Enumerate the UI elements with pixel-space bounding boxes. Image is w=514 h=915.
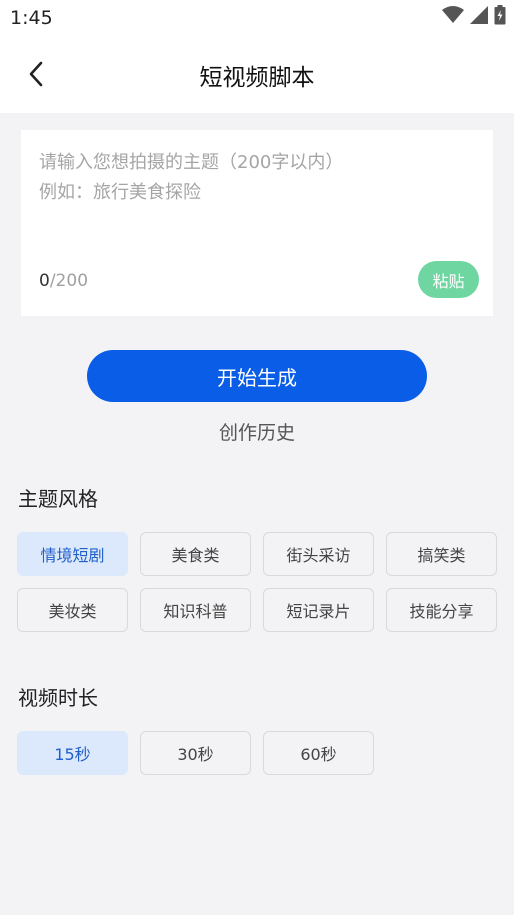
char-counter: 0/200 [39, 271, 88, 291]
battery-icon [494, 5, 506, 29]
signal-icon [470, 6, 488, 28]
duration-chip[interactable]: 60秒 [263, 731, 374, 775]
duration-section-title: 视频时长 [18, 686, 98, 710]
theme-chip[interactable]: 街头采访 [263, 532, 374, 576]
theme-chip[interactable]: 美妆类 [17, 588, 128, 632]
theme-chip[interactable]: 知识科普 [140, 588, 251, 632]
theme-chip[interactable]: 搞笑类 [386, 532, 497, 576]
status-bar: 1:45 [0, 0, 514, 36]
nav-bar: 短视频脚本 [0, 36, 514, 113]
page-title: 短视频脚本 [199, 65, 315, 91]
topic-input[interactable] [21, 130, 493, 260]
paste-button[interactable]: 粘贴 [418, 261, 479, 298]
wifi-icon [442, 6, 464, 28]
theme-chip[interactable]: 美食类 [140, 532, 251, 576]
theme-chip[interactable]: 技能分享 [386, 588, 497, 632]
theme-chip[interactable]: 短记录片 [263, 588, 374, 632]
history-link[interactable]: 创作历史 [0, 418, 514, 445]
char-max: /200 [49, 271, 89, 291]
char-count: 0 [39, 271, 50, 291]
status-icons [442, 5, 506, 29]
theme-chip[interactable]: 情境短剧 [17, 532, 128, 576]
generate-button[interactable]: 开始生成 [87, 350, 427, 402]
topic-input-card: 0/200 粘贴 [21, 130, 493, 316]
duration-chip[interactable]: 30秒 [140, 731, 251, 775]
duration-chip[interactable]: 15秒 [17, 731, 128, 775]
status-time: 1:45 [10, 7, 53, 29]
theme-section-title: 主题风格 [18, 487, 98, 511]
